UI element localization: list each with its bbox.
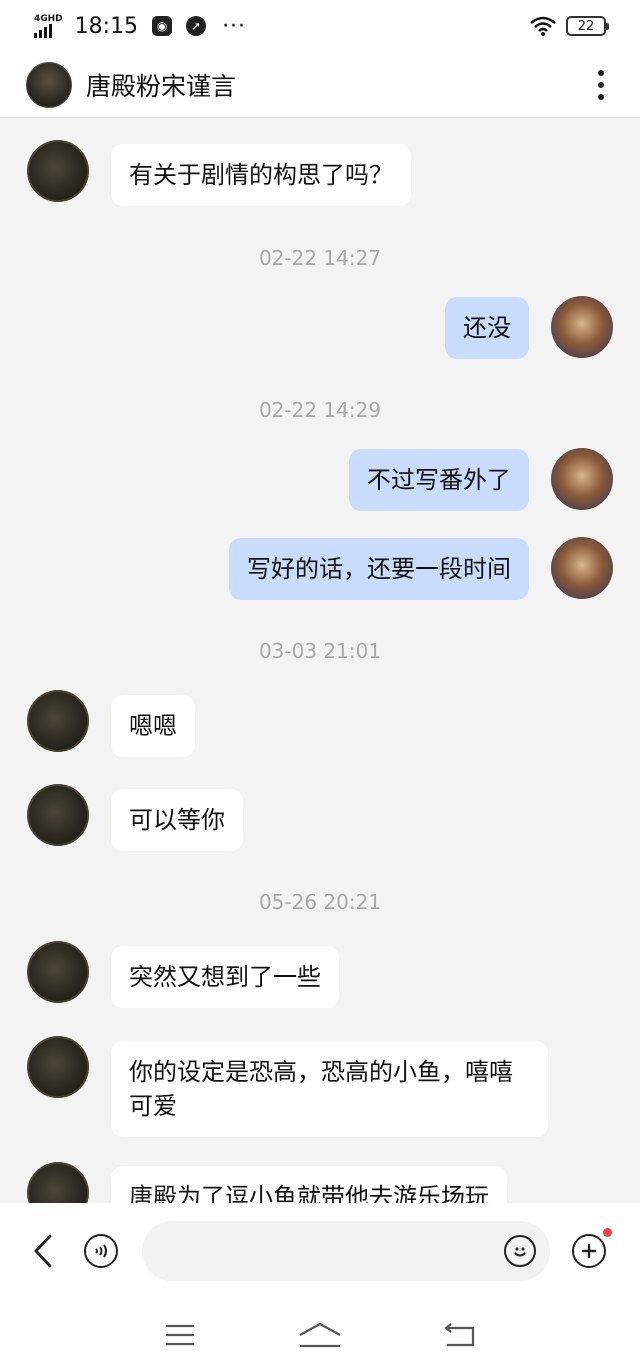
- more-options-button[interactable]: [586, 65, 616, 105]
- sender-avatar[interactable]: [27, 941, 89, 1003]
- message-bubble-sent[interactable]: 不过写番外了: [349, 449, 529, 511]
- message-bubble-received[interactable]: 突然又想到了一些: [111, 946, 339, 1008]
- battery-icon: 22: [566, 16, 609, 36]
- home-icon: [299, 1322, 341, 1348]
- chat-title: 唐殿粉宋谨言: [86, 71, 237, 101]
- notification-app-icon: ◉: [152, 16, 173, 36]
- input-bar: [0, 1203, 640, 1298]
- message-row: 你的设定是恐高，恐高的小鱼，嘻嘻可爱: [0, 1036, 640, 1137]
- sender-avatar[interactable]: [27, 140, 89, 202]
- wifi-icon: [530, 16, 556, 36]
- timestamp: 02-22 14:29: [258, 398, 382, 422]
- back-nav-button[interactable]: [438, 1319, 482, 1351]
- message-bubble-received[interactable]: 你的设定是恐高，恐高的小鱼，嘻嘻可爱: [111, 1041, 548, 1137]
- my-avatar[interactable]: [551, 448, 613, 510]
- status-left: 4GHD 18:15 ◉ ➚ ···: [34, 14, 246, 39]
- menu-icon: [166, 1324, 194, 1346]
- network-type-label: 4GHD: [34, 13, 63, 24]
- message-bubble-received[interactable]: 唐殿为了逗小鱼就带他去游乐场玩: [111, 1166, 507, 1203]
- status-time: 18:15: [74, 13, 139, 39]
- sender-avatar[interactable]: [27, 784, 89, 846]
- timestamp: 02-22 14:27: [258, 246, 382, 270]
- voice-input-button[interactable]: [84, 1233, 118, 1268]
- message-row: 嗯嗯: [0, 690, 640, 757]
- message-bubble-received[interactable]: 可以等你: [111, 789, 243, 851]
- system-nav-bar: [0, 1298, 640, 1372]
- chevron-left-icon: [34, 1234, 52, 1267]
- message-bubble-sent[interactable]: 还没: [445, 297, 529, 359]
- more-notifications-icon: ···: [222, 13, 247, 39]
- notification-dot: [603, 1227, 612, 1237]
- recent-apps-button[interactable]: [158, 1319, 202, 1351]
- message-row: 还没: [0, 296, 640, 359]
- back-button[interactable]: [28, 1231, 58, 1271]
- smiley-icon: [514, 1247, 526, 1256]
- contact-avatar[interactable]: [26, 61, 72, 108]
- status-right: 22: [530, 16, 609, 36]
- emoji-button[interactable]: [504, 1234, 536, 1267]
- add-attachment-button[interactable]: [572, 1227, 612, 1268]
- signal-bars-icon: [34, 23, 52, 38]
- message-bubble-sent[interactable]: 写好的话，还要一段时间: [229, 538, 529, 600]
- message-row: 唐殿为了逗小鱼就带他去游乐场玩: [0, 1162, 640, 1203]
- signal-indicator: 4GHD: [34, 13, 63, 38]
- message-row: 不过写番外了: [0, 448, 640, 511]
- timestamp: 03-03 21:01: [258, 639, 382, 663]
- message-input[interactable]: [142, 1220, 550, 1281]
- message-row: 写好的话，还要一段时间: [0, 537, 640, 600]
- timestamp: 05-26 20:21: [258, 890, 382, 914]
- voice-wave-icon: [95, 1243, 107, 1258]
- home-button[interactable]: [298, 1319, 342, 1351]
- message-row: 可以等你: [0, 784, 640, 851]
- sender-avatar[interactable]: [27, 690, 89, 752]
- return-icon: [444, 1323, 475, 1347]
- more-vertical-icon: [598, 69, 604, 76]
- message-bubble-received[interactable]: 嗯嗯: [111, 695, 195, 757]
- message-row: 突然又想到了一些: [0, 941, 640, 1008]
- sender-avatar[interactable]: [27, 1162, 89, 1203]
- sender-avatar[interactable]: [27, 1036, 89, 1098]
- chat-header: 唐殿粉宋谨言: [0, 52, 640, 118]
- notification-compass-icon: ➚: [186, 16, 207, 36]
- message-list[interactable]: 有关于剧情的构思了吗？ 02-22 14:27 还没 02-22 14:29 不…: [0, 118, 640, 1203]
- status-bar: 4GHD 18:15 ◉ ➚ ··· 22: [0, 0, 640, 52]
- message-bubble-received[interactable]: 有关于剧情的构思了吗？: [111, 144, 411, 206]
- my-avatar[interactable]: [551, 537, 613, 599]
- message-row: 有关于剧情的构思了吗？: [0, 140, 640, 206]
- plus-icon: [582, 1243, 596, 1258]
- my-avatar[interactable]: [551, 296, 613, 358]
- battery-level: 22: [577, 18, 595, 34]
